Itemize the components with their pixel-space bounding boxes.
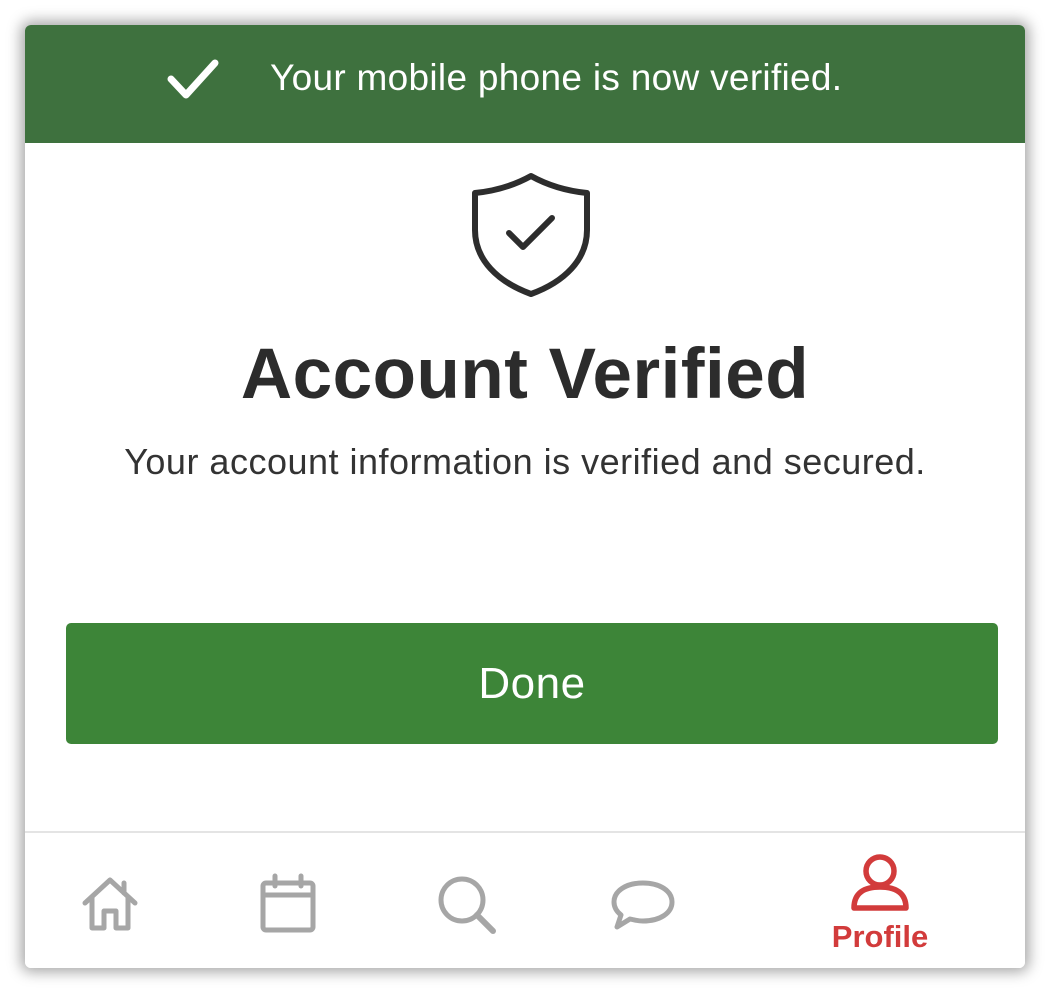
done-button[interactable]: Done (66, 623, 998, 744)
banner-message: Your mobile phone is now verified. (270, 57, 843, 98)
tab-messages[interactable] (598, 833, 688, 968)
tab-calendar[interactable] (243, 833, 333, 968)
check-icon (167, 59, 219, 99)
tab-search[interactable] (421, 833, 511, 968)
profile-icon (851, 854, 909, 911)
tab-profile-label: Profile (831, 919, 929, 954)
home-icon (82, 877, 138, 931)
bottom-tab-bar: Profile (25, 831, 1025, 968)
page-subtitle: Your account information is verified and… (124, 441, 926, 482)
tab-home[interactable] (65, 833, 155, 968)
search-icon (438, 876, 496, 934)
page-title: Account Verified (240, 335, 810, 414)
shield-check-icon (472, 173, 590, 297)
chat-bubble-icon (611, 880, 675, 930)
calendar-icon (260, 873, 316, 933)
success-banner: Your mobile phone is now verified. (25, 25, 1025, 143)
tab-profile[interactable]: Profile (815, 833, 945, 968)
app-screen: Your mobile phone is now verified. Accou… (25, 25, 1025, 968)
